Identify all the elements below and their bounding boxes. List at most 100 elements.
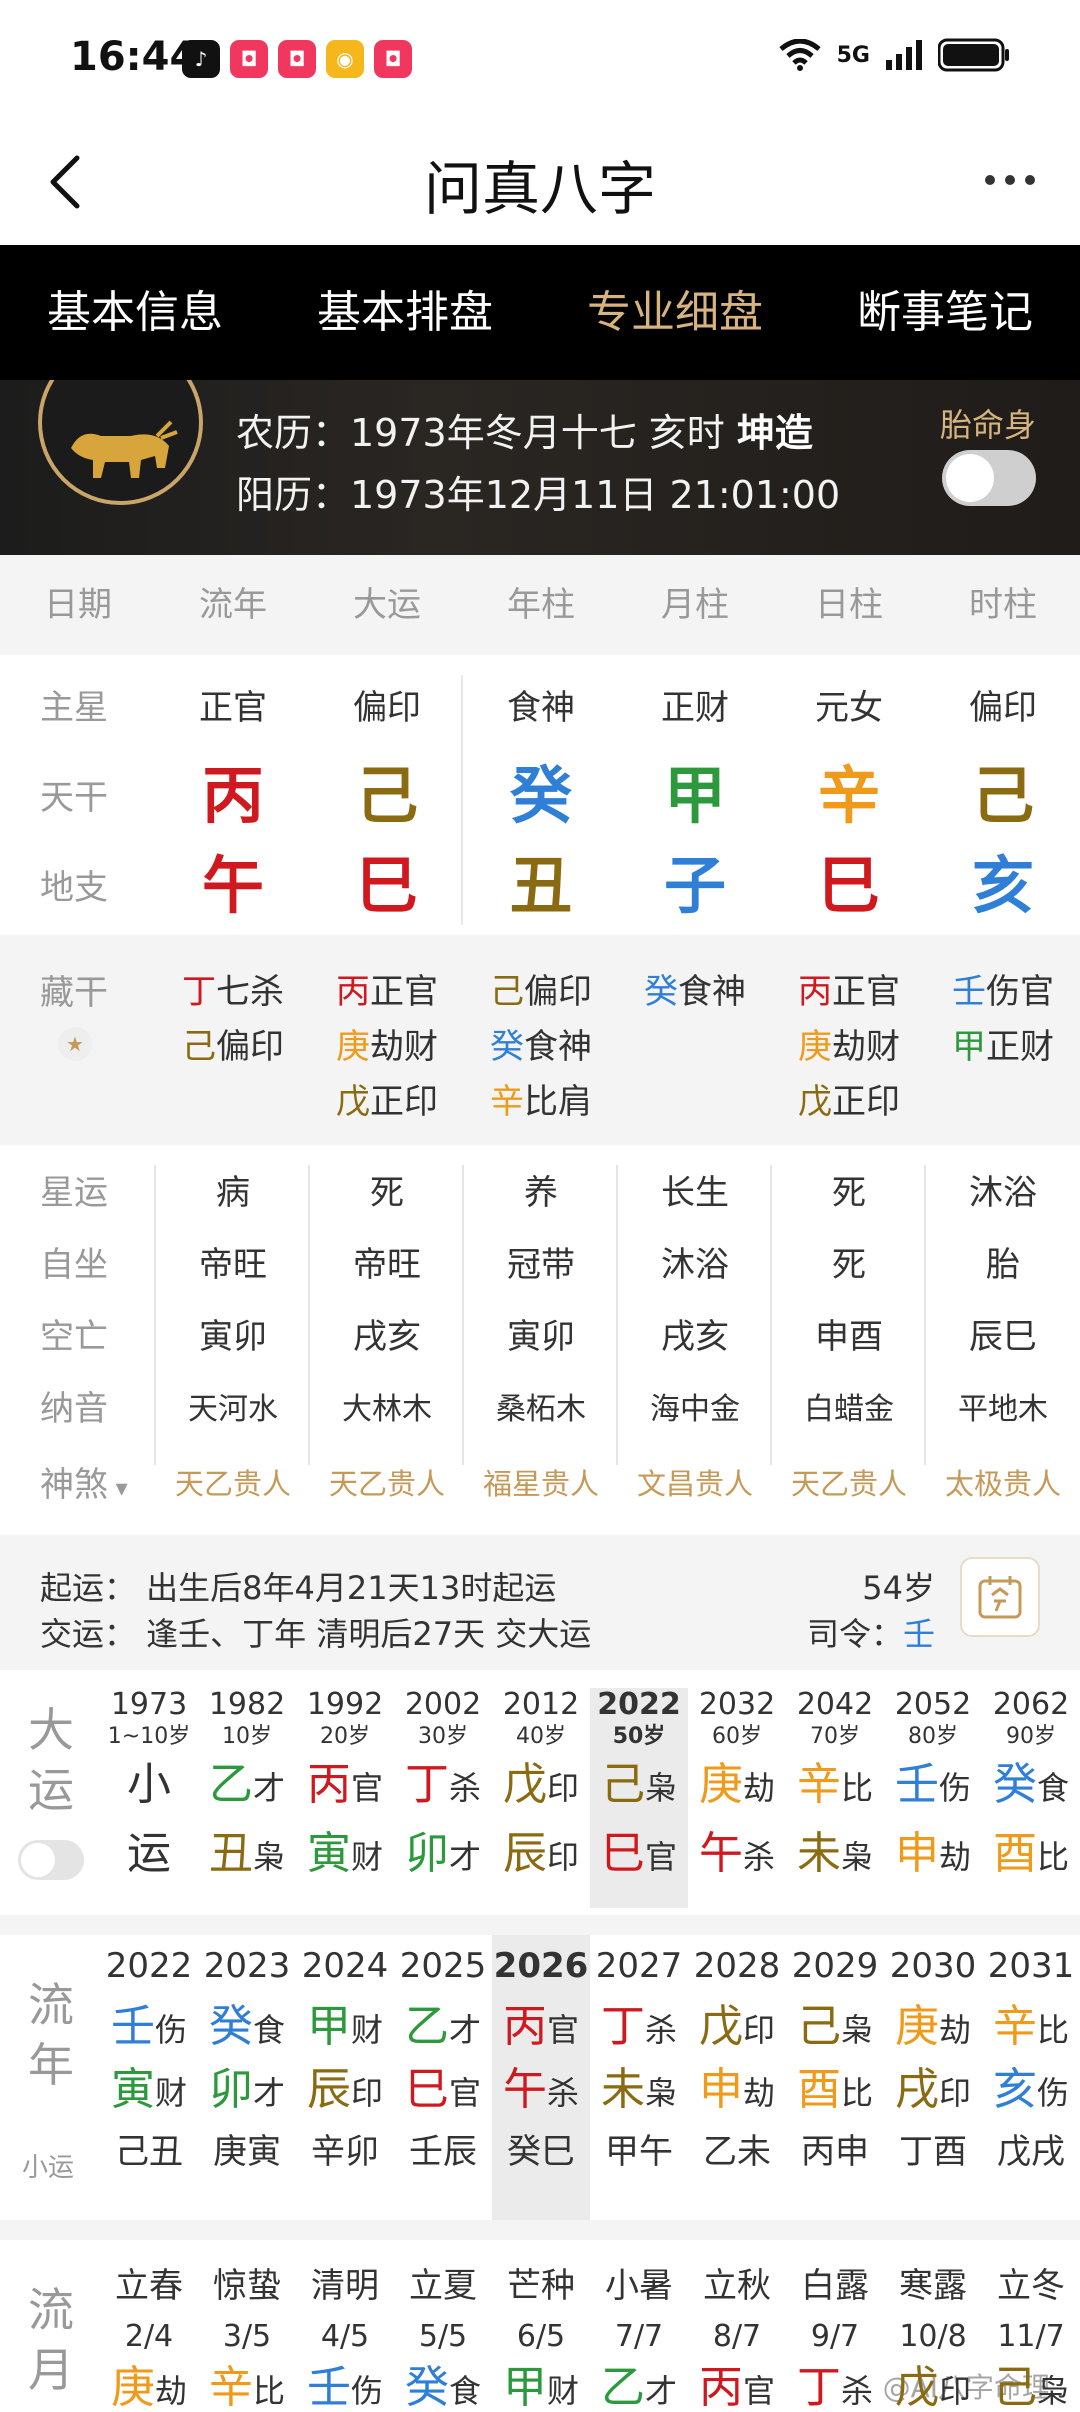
liunian-stem-god: 财 — [350, 2011, 383, 2049]
hidden-stem-gan: 甲 — [952, 1027, 986, 1067]
dayun-column[interactable]: 2052 80岁 壬伤 申劫 — [884, 1688, 982, 1908]
dayun-section: 大运 1973 1~10岁小运 1982 10岁 乙才 丑枭 1992 20岁 丙官 寅财 2002… — [0, 1670, 1080, 1915]
earthly-branch: 亥 — [971, 849, 1034, 922]
liuyue-stem: 甲财 — [492, 2360, 590, 2412]
liuyue-column[interactable]: 立冬 11/7 己枭 — [982, 2258, 1080, 2412]
hidden-stem-god: 食神 — [524, 1027, 592, 1067]
dayun-toggle[interactable] — [18, 1840, 84, 1880]
main-star: 偏印 — [353, 688, 421, 728]
liuyue-column[interactable]: 小暑 7/7 乙才 — [590, 2258, 688, 2412]
dayun-column[interactable]: 1973 1~10岁小运 — [100, 1688, 198, 1908]
liunian-column[interactable]: 2024 甲财 辰印 辛卯 — [296, 1935, 394, 2220]
shensha-value[interactable]: 天乙贵人 — [310, 1461, 464, 1503]
dayun-stem-char: 乙 — [208, 1759, 253, 1810]
liuyue-column[interactable]: 寒露 10/8 戊印 — [884, 2258, 982, 2412]
page-title: 问真八字 — [423, 155, 656, 223]
status-bar: 16:44 ♪ ◘ ◘ ◉ ◘ 5G — [0, 0, 1080, 120]
life-row-value: 寅卯 — [199, 1317, 267, 1357]
liuyue-column[interactable]: 清明 4/5 壬伤 — [296, 2258, 394, 2412]
qiyun-start: 起运： 出生后8年4月21天13时起运 — [40, 1569, 557, 1607]
column-header-4: 月柱 — [661, 585, 729, 625]
liunian-stem-char: 乙 — [404, 2001, 449, 2052]
dayun-column[interactable]: 1982 10岁 乙才 丑枭 — [198, 1688, 296, 1908]
liunian-stem-god: 伤 — [154, 2011, 187, 2049]
ox-zodiac-icon — [38, 380, 203, 505]
dayun-column[interactable]: 2042 70岁 辛比 未枭 — [786, 1688, 884, 1908]
life-row-value: 申酉 — [815, 1317, 883, 1357]
liunian-column[interactable]: 2027 丁杀 未枭 甲午 — [590, 1935, 688, 2220]
solar-term-date: 5/5 — [418, 2319, 468, 2354]
hidden-stem-item: 庚劫财 — [772, 1020, 926, 1075]
shensha-value[interactable]: 天乙贵人 — [156, 1461, 310, 1503]
heavenly-stem: 己 — [971, 759, 1034, 832]
liunian-column[interactable]: 2026 丙官 午杀 癸巳 — [492, 1935, 590, 2220]
dayun-branch: 丑枭 — [198, 1821, 296, 1890]
dayun-year: 1982 — [208, 1687, 286, 1722]
liunian-branch-char: 未 — [600, 2064, 645, 2115]
solar-term: 清明 — [311, 2266, 379, 2306]
tab-notes[interactable]: 断事笔记 — [810, 245, 1080, 380]
shensha-value[interactable]: 福星贵人 — [464, 1461, 618, 1503]
shensha-value[interactable]: 文昌贵人 — [618, 1461, 772, 1503]
liunian-column[interactable]: 2023 癸食 卯才 庚寅 — [198, 1935, 296, 2220]
network-type: 5G — [836, 42, 870, 68]
tab-basic-chart[interactable]: 基本排盘 — [270, 245, 540, 380]
liunian-branch-char: 午 — [502, 2064, 547, 2115]
life-row-value: 辰巳 — [969, 1317, 1037, 1357]
solar-term: 寒露 — [899, 2266, 967, 2306]
dayun-age: 70岁 — [810, 1724, 860, 1749]
liunian-branch-god: 杀 — [546, 2074, 579, 2112]
calendar-today-button[interactable] — [960, 1557, 1040, 1637]
more-button[interactable] — [970, 150, 1050, 210]
dayun-column[interactable]: 2002 30岁 丁杀 卯才 — [394, 1688, 492, 1908]
liunian-column[interactable]: 2025 乙才 巳官 壬辰 — [394, 1935, 492, 2220]
hidden-stem-column: 丙正官 庚劫财 戊正印 — [310, 965, 464, 1130]
dayun-branch-god: 才 — [448, 1838, 481, 1876]
liuyue-column[interactable]: 立秋 8/7 丙官 — [688, 2258, 786, 2412]
shensha-value[interactable]: 天乙贵人 — [772, 1461, 926, 1503]
liunian-stem: 己枭 — [786, 1997, 884, 2060]
star-icon[interactable]: ★ — [58, 1027, 92, 1061]
liuyue-stem: 庚劫 — [100, 2360, 198, 2412]
hidden-stem-god: 偏印 — [216, 1027, 284, 1067]
heavenly-stem: 丙 — [201, 759, 264, 832]
taiming-toggle[interactable] — [942, 450, 1036, 506]
hidden-stem-god: 正财 — [986, 1027, 1054, 1067]
hidden-stem-gan: 壬 — [952, 972, 986, 1012]
dayun-column[interactable]: 2032 60岁 庚劫 午杀 — [688, 1688, 786, 1908]
dayun-stem: 丁杀 — [394, 1752, 492, 1821]
liuyue-column[interactable]: 立夏 5/5 癸食 — [394, 2258, 492, 2412]
hidden-stem-god: 正印 — [370, 1082, 438, 1122]
hidden-stem-gan: 己 — [490, 972, 524, 1012]
hidden-stem-gan: 丙 — [798, 972, 832, 1012]
dayun-column[interactable]: 2022 50岁 己枭 巳官 — [590, 1688, 688, 1908]
tab-basic-info[interactable]: 基本信息 — [0, 245, 270, 380]
liuyue-column[interactable]: 立春 2/4 庚劫 — [100, 2258, 198, 2412]
shensha-value[interactable]: 太极贵人 — [926, 1461, 1080, 1503]
liunian-column[interactable]: 2022 壬伤 寅财 己丑 — [100, 1935, 198, 2220]
liunian-column[interactable]: 2031 辛比 亥伤 戊戌 — [982, 1935, 1080, 2220]
dayun-branch-char: 辰 — [502, 1828, 547, 1879]
lunar-date: 农历：1973年冬月十七 亥时 坤造 — [236, 402, 813, 457]
solar-term: 惊蛰 — [213, 2266, 281, 2306]
liuyue-stem: 癸食 — [394, 2360, 492, 2412]
liuyue-column[interactable]: 惊蛰 3/5 辛比 — [198, 2258, 296, 2412]
dayun-branch-god: 枭 — [840, 1838, 873, 1876]
dayun-branch-char: 运 — [127, 1828, 171, 1879]
solar-term-date: 10/8 — [899, 2319, 967, 2354]
dayun-column[interactable]: 2062 90岁 癸食 酉比 — [982, 1688, 1080, 1908]
tab-pro-detail[interactable]: 专业细盘 — [540, 245, 810, 380]
liuyue-stem-god: 劫 — [154, 2372, 187, 2410]
liunian-stem-god: 枭 — [840, 2011, 873, 2049]
main-star: 偏印 — [969, 688, 1037, 728]
liunian-column[interactable]: 2029 己枭 酉比 丙申 — [786, 1935, 884, 2220]
liunian-column[interactable]: 2028 戊印 申劫 乙未 — [688, 1935, 786, 2220]
dayun-branch-god: 杀 — [742, 1838, 775, 1876]
dayun-column[interactable]: 1992 20岁 丙官 寅财 — [296, 1688, 394, 1908]
dayun-branch-god: 官 — [644, 1838, 677, 1876]
shensha-label[interactable]: 神煞 ▾ — [40, 1457, 128, 1506]
dayun-column[interactable]: 2012 40岁 戊印 辰印 — [492, 1688, 590, 1908]
liunian-column[interactable]: 2030 庚劫 戌印 丁酉 — [884, 1935, 982, 2220]
liuyue-column[interactable]: 芒种 6/5 甲财 — [492, 2258, 590, 2412]
liuyue-column[interactable]: 白露 9/7 丁杀 — [786, 2258, 884, 2412]
